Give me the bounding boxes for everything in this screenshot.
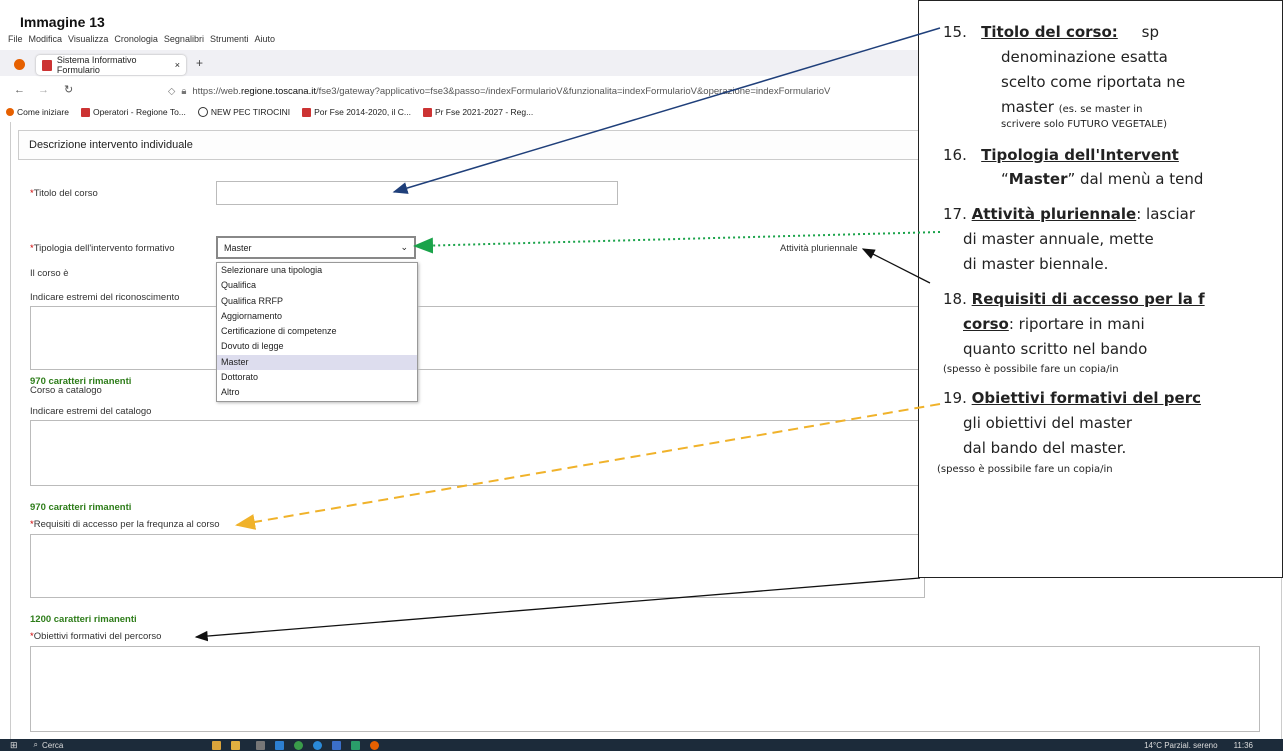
app-icon[interactable] bbox=[332, 740, 342, 750]
option[interactable]: Certificazione di competenze bbox=[217, 324, 417, 339]
option[interactable]: Aggiornamento bbox=[217, 309, 417, 324]
chevron-down-icon: ⌄ bbox=[400, 242, 408, 252]
corso-e-label: Il corso è bbox=[30, 268, 69, 279]
note-19-line3: dal bando del master. bbox=[963, 439, 1127, 457]
url-text: https://web.regione.toscana.it/fse3/gate… bbox=[192, 85, 831, 97]
option[interactable]: Qualifica RRFP bbox=[217, 294, 417, 309]
obiettivi-label: *Obiettivi formativi del percorso bbox=[30, 631, 162, 642]
taskbar-search[interactable]: Cerca bbox=[42, 741, 172, 750]
note-19-line4: (spesso è possibile fare un copia/in bbox=[937, 464, 1113, 475]
app-icon[interactable] bbox=[212, 740, 222, 750]
estremi-label: Indicare estremi del riconoscimento bbox=[30, 292, 180, 303]
site-favicon-icon bbox=[42, 59, 52, 71]
instruction-box: 15. Titolo del corso: sp denominazione e… bbox=[918, 0, 1283, 578]
pluriennale-label: Attività pluriennale bbox=[780, 243, 858, 254]
menu-bar: File Modifica Visualizza Cronologia Segn… bbox=[0, 34, 938, 48]
select-value: Master bbox=[224, 242, 252, 253]
note-16-line2: “Master” dal menù a tend bbox=[1001, 170, 1204, 188]
estremi-catalogo-textarea[interactable] bbox=[30, 420, 925, 486]
bookmark-item[interactable]: Operatori - Regione To... bbox=[80, 107, 186, 117]
option[interactable]: Dottorato bbox=[217, 370, 417, 385]
tipologia-select[interactable]: Master ⌄ bbox=[216, 236, 416, 259]
shield-icon: ◇ bbox=[168, 85, 176, 97]
tab-title: Sistema Informativo Formulario bbox=[56, 55, 137, 75]
tipologia-label: *Tipologia dell'intervento formativo bbox=[30, 243, 175, 254]
char-count: 1200 caratteri rimanenti bbox=[30, 614, 137, 625]
bookmarks-bar: Come iniziare Operatori - Regione To... … bbox=[0, 104, 936, 120]
firefox-icon[interactable] bbox=[370, 740, 380, 750]
bookmark-item[interactable]: NEW PEC TIROCINI bbox=[197, 107, 290, 117]
option[interactable]: Qualifica bbox=[217, 278, 417, 293]
note-17-line2: di master annuale, mette bbox=[963, 230, 1154, 248]
estremi-textarea[interactable] bbox=[30, 306, 925, 370]
firefox-icon bbox=[14, 59, 25, 70]
menu-segnalibri[interactable]: Segnalibri bbox=[164, 34, 204, 48]
bookmark-item[interactable]: Por Fse 2014-2020, il C... bbox=[302, 107, 411, 117]
app-icon[interactable] bbox=[231, 740, 241, 750]
explorer-icon[interactable] bbox=[275, 740, 285, 750]
char-count: 970 caratteri rimanenti bbox=[30, 502, 132, 513]
option-selected[interactable]: Master bbox=[217, 354, 417, 371]
menu-visualizza[interactable]: Visualizza bbox=[68, 34, 108, 48]
requisiti-textarea[interactable] bbox=[30, 534, 925, 598]
option[interactable]: Selezionare una tipologia bbox=[217, 263, 417, 278]
tab-close-icon[interactable]: × bbox=[175, 60, 180, 70]
menu-cronologia[interactable]: Cronologia bbox=[114, 34, 158, 48]
requisiti-label: *Requisiti di accesso per la frequnza al… bbox=[30, 519, 220, 530]
note-17-line3: di master biennale. bbox=[963, 255, 1109, 273]
note-18-line4: (spesso è possibile fare un copia/in bbox=[943, 364, 1119, 375]
menu-file[interactable]: File bbox=[8, 34, 23, 48]
note-18-line3: quanto scritto nel bando bbox=[963, 340, 1148, 358]
catalogo-label: Corso a catalogo bbox=[30, 385, 102, 396]
new-tab-button[interactable]: + bbox=[196, 56, 203, 70]
url-bar[interactable]: ◇ 🔒︎ https://web.regione.toscana.it/fse3… bbox=[168, 82, 928, 100]
browser-tab[interactable]: Sistema Informativo Formulario × bbox=[36, 55, 186, 75]
caption: Immagine 13 bbox=[20, 14, 105, 30]
note-18-line2: corso: riportare in mani bbox=[963, 315, 1145, 333]
tipologia-options: Selezionare una tipologia Qualifica Qual… bbox=[216, 262, 418, 402]
menu-modifica[interactable]: Modifica bbox=[29, 34, 63, 48]
edge-icon[interactable] bbox=[313, 740, 323, 750]
option[interactable]: Altro bbox=[217, 385, 417, 400]
note-17-line1: 17. Attività pluriennale: lasciar bbox=[943, 205, 1196, 223]
option[interactable]: Dovuto di legge bbox=[217, 339, 417, 354]
taskbar: ⊞ ⌕ Cerca 14°C Parzial. sereno 11:36 bbox=[0, 739, 1283, 751]
weather-text[interactable]: 14°C Parzial. sereno bbox=[1144, 741, 1217, 750]
titolo-label: *Titolo del corso bbox=[30, 188, 98, 199]
titolo-input[interactable] bbox=[216, 181, 618, 205]
reload-icon[interactable]: ↻ bbox=[64, 83, 73, 96]
menu-strumenti[interactable]: Strumenti bbox=[210, 34, 249, 48]
note-15-line2: denominazione esatta bbox=[1001, 48, 1168, 66]
note-18-line1: 18. Requisiti di accesso per la f bbox=[943, 290, 1205, 308]
note-16-line1: 16. Tipologia dell'Intervent bbox=[943, 146, 1179, 164]
clock[interactable]: 11:36 bbox=[1234, 741, 1253, 750]
note-19-line2: gli obiettivi del master bbox=[963, 414, 1133, 432]
taskview-icon[interactable] bbox=[256, 740, 266, 750]
lock-icon: 🔒︎ bbox=[181, 85, 187, 97]
forward-icon[interactable]: → bbox=[38, 84, 49, 96]
bookmark-item[interactable]: Come iniziare bbox=[6, 107, 69, 117]
back-icon[interactable]: ← bbox=[14, 84, 25, 96]
windows-start-icon[interactable]: ⊞ bbox=[10, 740, 18, 751]
obiettivi-textarea[interactable] bbox=[30, 646, 1260, 732]
note-15-line3: scelto come riportata ne bbox=[1001, 73, 1186, 91]
chrome-icon[interactable] bbox=[294, 740, 304, 750]
bookmark-item[interactable]: Pr Fse 2021-2027 - Reg... bbox=[422, 107, 533, 117]
note-15-line5: scrivere solo FUTURO VEGETALE) bbox=[1001, 119, 1167, 130]
menu-aiuto[interactable]: Aiuto bbox=[254, 34, 275, 48]
note-19-line1: 19. Obiettivi formativi del perc bbox=[943, 389, 1201, 407]
search-icon[interactable]: ⌕ bbox=[34, 740, 38, 750]
app-icon[interactable] bbox=[351, 740, 361, 750]
estremi-catalogo-label: Indicare estremi del catalogo bbox=[30, 406, 152, 417]
note-15-line1: 15. Titolo del corso: sp bbox=[943, 23, 1159, 41]
